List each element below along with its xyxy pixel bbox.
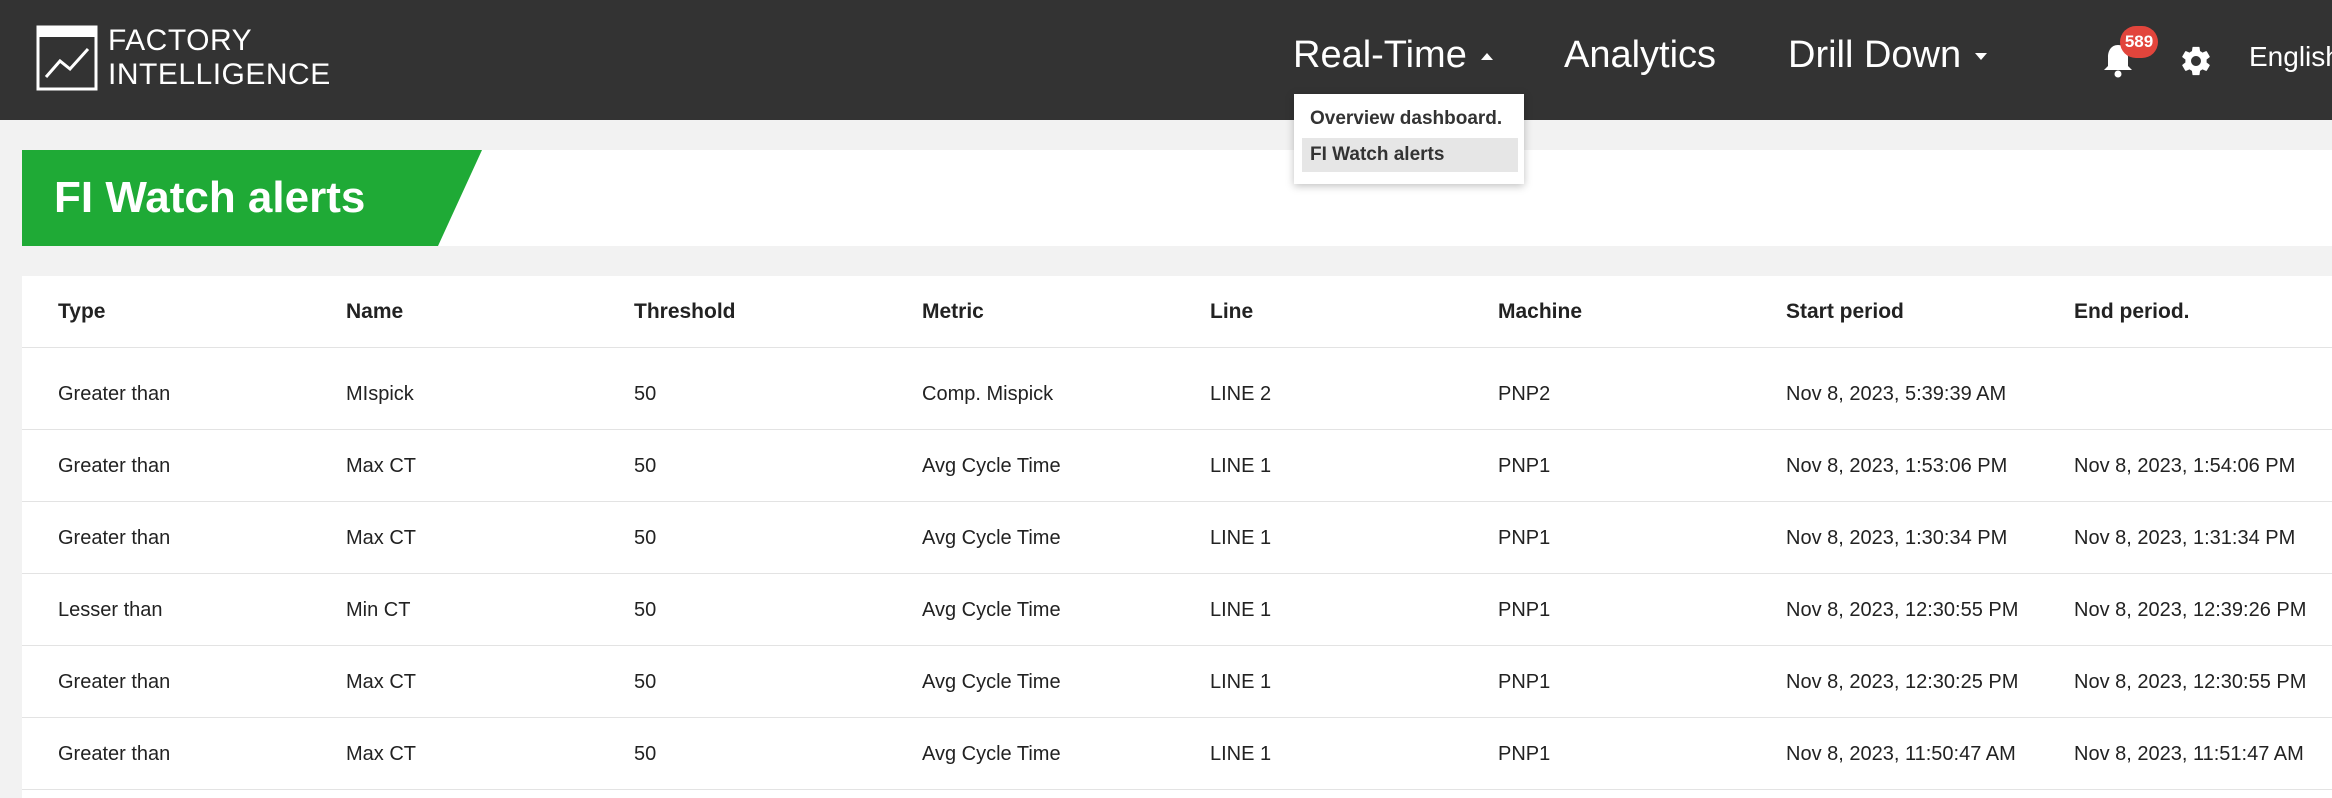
page-title: FI Watch alerts bbox=[54, 173, 366, 222]
cell-type: Greater than bbox=[58, 383, 171, 405]
caret-down-icon bbox=[1975, 53, 1988, 61]
cell-type: Greater than bbox=[58, 743, 171, 765]
cell-machine: PNP1 bbox=[1498, 527, 1551, 549]
cell-name: Max CT bbox=[346, 671, 416, 693]
alerts-table: Type Name Threshold Metric Line Machine … bbox=[22, 276, 2332, 798]
cell-name: Max CT bbox=[346, 455, 416, 477]
brand-name: FACTORY INTELLIGENCE bbox=[108, 24, 331, 92]
cell-metric: Avg Cycle Time bbox=[922, 527, 1061, 549]
table-row[interactable]: Lesser than Min CT 50 Avg Cycle Time LIN… bbox=[22, 574, 2332, 646]
brand[interactable]: FACTORY INTELLIGENCE bbox=[36, 24, 331, 92]
line-chart-logo-icon bbox=[36, 25, 98, 91]
cell-end-period: Nov 8, 2023, 1:54:06 PM bbox=[2074, 455, 2296, 477]
cell-name: Max CT bbox=[346, 743, 416, 765]
nav-real-time-label: Real-Time bbox=[1293, 34, 1467, 76]
table-row[interactable]: Greater than Max CT 50 Avg Cycle Time LI… bbox=[22, 646, 2332, 718]
cell-threshold: 50 bbox=[634, 743, 657, 765]
cell-metric: Comp. Mispick bbox=[922, 383, 1054, 405]
cell-start-period: Nov 8, 2023, 1:53:06 PM bbox=[1786, 455, 2008, 477]
cell-line: LINE 1 bbox=[1210, 455, 1272, 477]
menu-item-fi-watch-alerts[interactable]: FI Watch alerts bbox=[1302, 138, 1518, 172]
cell-machine: PNP1 bbox=[1498, 455, 1551, 477]
column-header-start-period[interactable]: Start period bbox=[1786, 276, 1904, 348]
brand-line-2: INTELLIGENCE bbox=[108, 58, 331, 91]
cell-type: Greater than bbox=[58, 455, 171, 477]
table-row[interactable]: Greater than Max CT 50 Avg Cycle Time LI… bbox=[22, 430, 2332, 502]
cell-name: Min CT bbox=[346, 599, 411, 621]
cell-start-period: Nov 8, 2023, 11:50:47 AM bbox=[1786, 743, 2016, 765]
cell-metric: Avg Cycle Time bbox=[922, 455, 1061, 477]
cell-line: LINE 1 bbox=[1210, 599, 1272, 621]
cell-machine: PNP1 bbox=[1498, 743, 1551, 765]
cell-machine: PNP1 bbox=[1498, 599, 1551, 621]
cell-threshold: 50 bbox=[634, 527, 657, 549]
cell-start-period: Nov 8, 2023, 12:30:25 PM bbox=[1786, 671, 2019, 693]
cell-start-period: Nov 8, 2023, 1:30:34 PM bbox=[1786, 527, 2008, 549]
page-header: FI Watch alerts bbox=[22, 150, 2332, 246]
notification-count-badge: 589 bbox=[2120, 26, 2158, 58]
nav-analytics-label: Analytics bbox=[1564, 34, 1717, 76]
table-row[interactable]: Greater than MIspick 50 Comp. Mispick LI… bbox=[22, 358, 2332, 430]
real-time-dropdown-menu: Overview dashboard. FI Watch alerts bbox=[1294, 94, 1524, 184]
top-navigation-bar: FACTORY INTELLIGENCE Real-Time Analytics… bbox=[0, 0, 2332, 120]
cell-metric: Avg Cycle Time bbox=[922, 743, 1061, 765]
cell-type: Greater than bbox=[58, 527, 171, 549]
cell-end-period: Nov 8, 2023, 1:31:34 PM bbox=[2074, 527, 2296, 549]
cell-threshold: 50 bbox=[634, 455, 657, 477]
cell-line: LINE 2 bbox=[1210, 383, 1272, 405]
cell-line: LINE 1 bbox=[1210, 527, 1272, 549]
table-row[interactable]: Greater than Max CT 50 Avg Cycle Time LI… bbox=[22, 718, 2332, 790]
brand-line-1: FACTORY bbox=[108, 24, 253, 57]
column-header-threshold[interactable]: Threshold bbox=[634, 276, 736, 348]
cell-machine: PNP1 bbox=[1498, 671, 1551, 693]
nav-drill-down[interactable]: Drill Down bbox=[1788, 33, 1988, 77]
nav-real-time[interactable]: Real-Time bbox=[1293, 33, 1493, 77]
column-header-metric[interactable]: Metric bbox=[922, 276, 984, 348]
column-header-name[interactable]: Name bbox=[346, 276, 403, 348]
table-header-row: Type Name Threshold Metric Line Machine … bbox=[22, 276, 2332, 348]
nav-drill-down-label: Drill Down bbox=[1788, 34, 1962, 76]
gear-icon[interactable] bbox=[2179, 44, 2213, 78]
menu-item-overview-dashboard[interactable]: Overview dashboard. bbox=[1302, 102, 1518, 136]
cell-end-period: Nov 8, 2023, 12:39:26 PM bbox=[2074, 599, 2307, 621]
cell-start-period: Nov 8, 2023, 5:39:39 AM bbox=[1786, 383, 2007, 405]
language-selector[interactable]: English bbox=[2249, 40, 2332, 74]
column-header-type[interactable]: Type bbox=[58, 276, 105, 348]
cell-start-period: Nov 8, 2023, 12:30:55 PM bbox=[1786, 599, 2019, 621]
cell-name: MIspick bbox=[346, 383, 414, 405]
cell-name: Max CT bbox=[346, 527, 416, 549]
caret-up-icon bbox=[1480, 53, 1493, 61]
cell-type: Lesser than bbox=[58, 599, 163, 621]
cell-type: Greater than bbox=[58, 671, 171, 693]
cell-threshold: 50 bbox=[634, 383, 657, 405]
column-header-end-period[interactable]: End period. bbox=[2074, 276, 2190, 348]
column-header-line[interactable]: Line bbox=[1210, 276, 1253, 348]
cell-line: LINE 1 bbox=[1210, 671, 1272, 693]
cell-machine: PNP2 bbox=[1498, 383, 1551, 405]
column-header-machine[interactable]: Machine bbox=[1498, 276, 1582, 348]
nav-analytics[interactable]: Analytics bbox=[1564, 33, 1716, 77]
cell-threshold: 50 bbox=[634, 671, 657, 693]
table-row[interactable]: Greater than Max CT 50 Avg Cycle Time LI… bbox=[22, 502, 2332, 574]
cell-metric: Avg Cycle Time bbox=[922, 599, 1061, 621]
cell-metric: Avg Cycle Time bbox=[922, 671, 1061, 693]
cell-end-period: Nov 8, 2023, 12:30:55 PM bbox=[2074, 671, 2307, 693]
cell-end-period: Nov 8, 2023, 11:51:47 AM bbox=[2074, 743, 2304, 765]
cell-line: LINE 1 bbox=[1210, 743, 1272, 765]
cell-threshold: 50 bbox=[634, 599, 657, 621]
